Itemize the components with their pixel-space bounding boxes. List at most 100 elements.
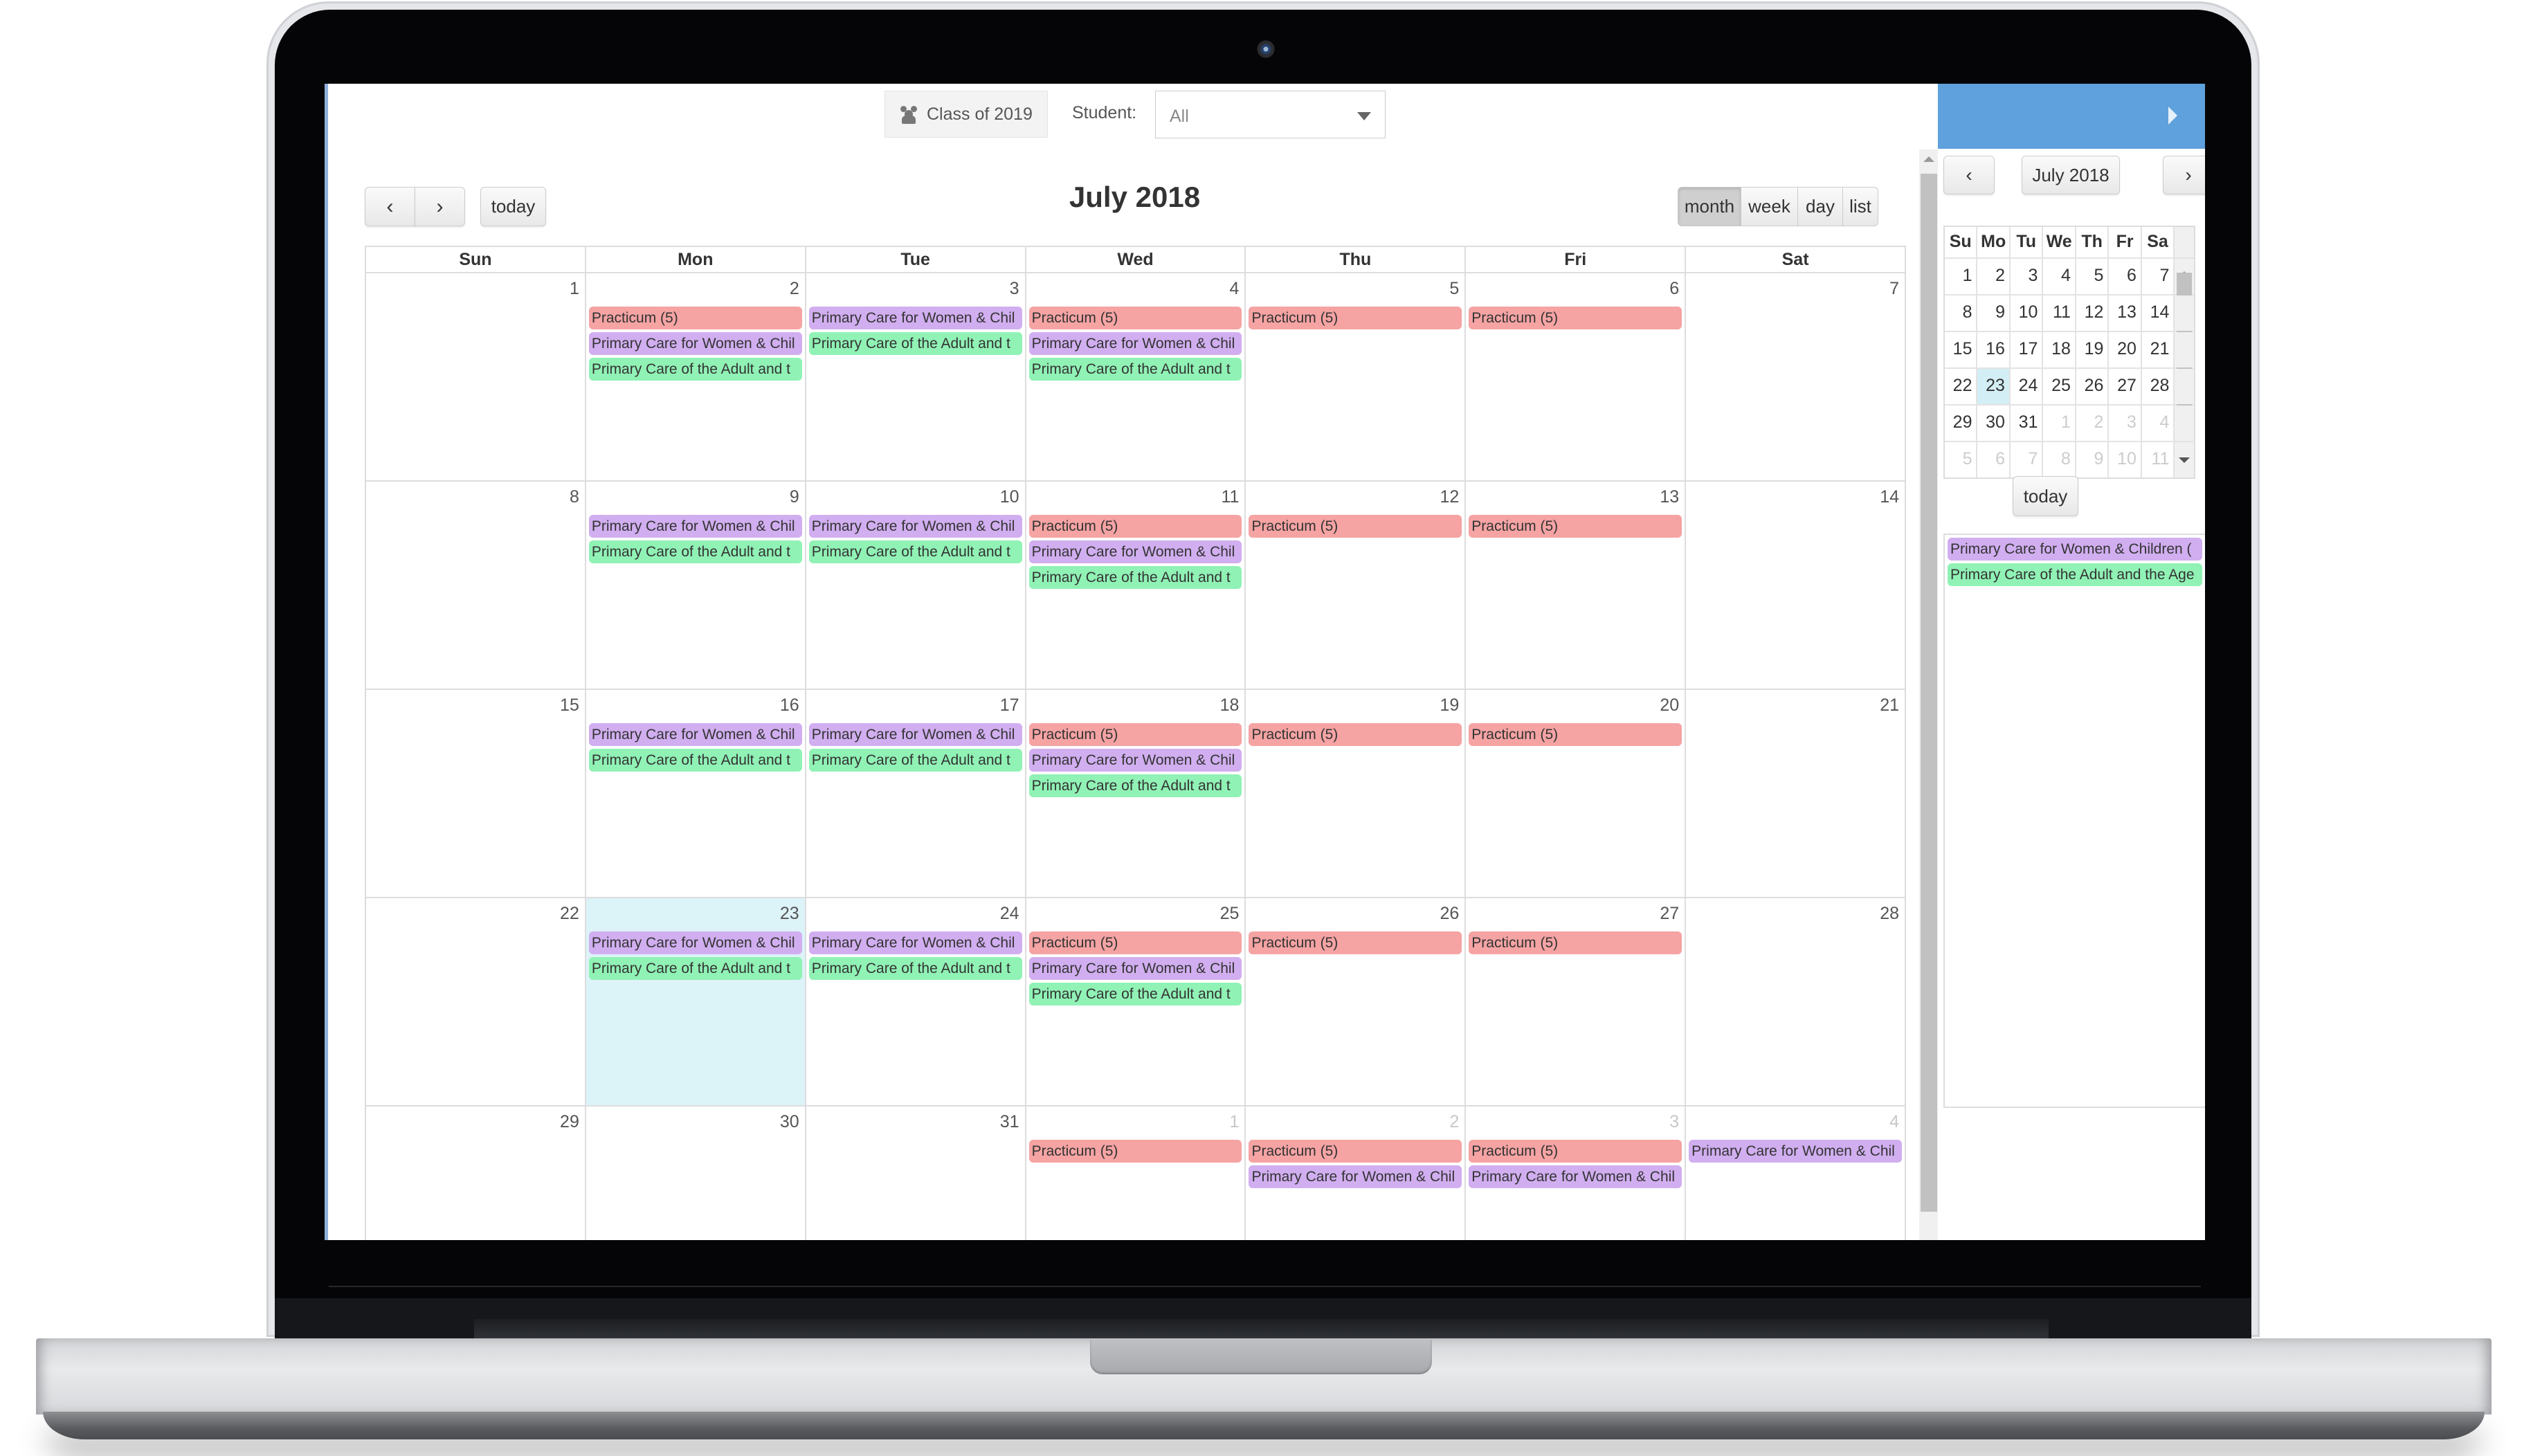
- event-women[interactable]: Primary Care for Women & Chil: [1249, 1165, 1462, 1188]
- mini-day[interactable]: 26: [2076, 369, 2110, 404]
- day-cell[interactable]: 30: [584, 1107, 805, 1240]
- day-number[interactable]: 26: [1440, 904, 1459, 924]
- mini-day[interactable]: 9: [1977, 295, 2011, 331]
- day-number[interactable]: 25: [1220, 904, 1240, 924]
- event-practicum[interactable]: Practicum (5): [1028, 1140, 1242, 1163]
- agenda-event[interactable]: Primary Care for Women & Children (: [1948, 538, 2202, 561]
- mini-day[interactable]: 12: [2076, 295, 2110, 331]
- event-adult[interactable]: Primary Care of the Adult and t: [588, 749, 802, 772]
- day-number[interactable]: 19: [1440, 695, 1459, 716]
- mini-day[interactable]: 27: [2109, 369, 2142, 404]
- day-cell[interactable]: 31: [804, 1107, 1025, 1240]
- mini-day[interactable]: 16: [1977, 332, 2011, 367]
- mini-day[interactable]: 24: [2011, 369, 2044, 404]
- event-practicum[interactable]: Practicum (5): [1249, 1140, 1462, 1163]
- mini-day[interactable]: 29: [1945, 406, 1978, 441]
- day-cell[interactable]: 13 Practicum (5): [1464, 482, 1685, 689]
- event-adult[interactable]: Primary Care of the Adult and t: [808, 957, 1022, 980]
- mini-day[interactable]: 2: [2076, 406, 2110, 441]
- day-number[interactable]: 8: [570, 487, 579, 507]
- day-cell[interactable]: 29: [366, 1107, 585, 1240]
- vertical-scrollbar[interactable]: [1919, 149, 1939, 1240]
- mini-day[interactable]: 23: [1977, 369, 2011, 404]
- mini-scrollbar-track[interactable]: [2175, 406, 2195, 441]
- class-filter-button[interactable]: Class of 2019: [884, 91, 1048, 138]
- event-women[interactable]: Primary Care for Women & Chil: [1469, 1165, 1682, 1188]
- mini-day[interactable]: 5: [2076, 259, 2110, 294]
- mini-day[interactable]: 6: [2109, 259, 2142, 294]
- event-practicum[interactable]: Practicum (5): [1028, 931, 1242, 954]
- day-cell[interactable]: 22: [366, 898, 585, 1105]
- day-cell[interactable]: 1 Practicum (5): [1024, 1107, 1245, 1240]
- day-cell[interactable]: 17 Primary Care for Women & Chil Primary C…: [804, 690, 1025, 897]
- mini-day[interactable]: 20: [2109, 332, 2142, 367]
- day-cell[interactable]: 12 Practicum (5): [1244, 482, 1464, 689]
- mini-day[interactable]: 13: [2109, 295, 2142, 331]
- mini-day[interactable]: 15: [1945, 332, 1978, 367]
- event-adult[interactable]: Primary Care of the Adult and t: [1028, 774, 1242, 797]
- day-number[interactable]: 1: [1230, 1112, 1240, 1132]
- scrollbar-thumb[interactable]: [1921, 174, 1937, 1212]
- mini-day[interactable]: 30: [1977, 406, 2011, 441]
- day-number[interactable]: 18: [1220, 695, 1240, 716]
- day-number[interactable]: 3: [1669, 1112, 1679, 1132]
- mini-day[interactable]: 11: [2142, 442, 2175, 477]
- mini-next-button[interactable]: ›: [2163, 156, 2205, 194]
- mini-day[interactable]: 1: [2043, 406, 2076, 441]
- day-number[interactable]: 4: [1230, 279, 1240, 299]
- event-women[interactable]: Primary Care for Women & Chil: [808, 307, 1022, 329]
- day-number[interactable]: 3: [1010, 279, 1019, 299]
- day-number[interactable]: 16: [780, 695, 799, 716]
- event-women[interactable]: Primary Care for Women & Chil: [1028, 749, 1242, 772]
- mini-scrollbar-track[interactable]: [2175, 295, 2195, 331]
- mini-day[interactable]: 3: [2109, 406, 2142, 441]
- event-women[interactable]: Primary Care for Women & Chil: [808, 931, 1022, 954]
- event-practicum[interactable]: Practicum (5): [1469, 307, 1682, 329]
- mini-day[interactable]: 9: [2076, 442, 2110, 477]
- student-select[interactable]: All: [1155, 91, 1386, 138]
- event-adult[interactable]: Primary Care of the Adult and t: [1028, 358, 1242, 381]
- day-cell[interactable]: 20 Practicum (5): [1464, 690, 1685, 897]
- view-month-button[interactable]: month: [1678, 187, 1741, 226]
- day-number[interactable]: 21: [1880, 695, 1899, 716]
- event-women[interactable]: Primary Care for Women & Chil: [1028, 957, 1242, 980]
- day-number[interactable]: 10: [1000, 487, 1019, 507]
- day-cell[interactable]: 4 Practicum (5) Primary Care for Women & C…: [1024, 273, 1245, 480]
- agenda-event[interactable]: Primary Care of the Adult and the Age: [1948, 563, 2202, 586]
- event-women[interactable]: Primary Care for Women & Chil: [588, 515, 802, 538]
- event-practicum[interactable]: Practicum (5): [1028, 723, 1242, 746]
- mini-day[interactable]: 4: [2043, 259, 2076, 294]
- event-women[interactable]: Primary Care for Women & Chil: [1689, 1140, 1903, 1163]
- day-cell[interactable]: 2 Practicum (5) Primary Care for Women & C…: [584, 273, 805, 480]
- mini-month-title-button[interactable]: July 2018: [2022, 156, 2120, 194]
- day-cell[interactable]: 14: [1685, 482, 1905, 689]
- day-number[interactable]: 13: [1660, 487, 1679, 507]
- mini-day[interactable]: 3: [2011, 259, 2044, 294]
- day-cell[interactable]: 26 Practicum (5): [1244, 898, 1464, 1105]
- mini-scrollbar-track[interactable]: [2175, 442, 2195, 477]
- mini-scrollbar-track[interactable]: [2175, 259, 2195, 425]
- day-number[interactable]: 30: [780, 1112, 799, 1132]
- day-number[interactable]: 15: [560, 695, 579, 716]
- day-number[interactable]: 24: [1000, 904, 1019, 924]
- day-number[interactable]: 31: [1000, 1112, 1019, 1132]
- event-women[interactable]: Primary Care for Women & Chil: [1028, 332, 1242, 355]
- event-adult[interactable]: Primary Care of the Adult and t: [588, 957, 802, 980]
- mini-day[interactable]: 19: [2076, 332, 2110, 367]
- day-cell[interactable]: 23 Primary Care for Women & Chil Primary C…: [584, 898, 805, 1105]
- day-cell[interactable]: 7: [1685, 273, 1905, 480]
- event-women[interactable]: Primary Care for Women & Chil: [588, 931, 802, 954]
- day-cell[interactable]: 28: [1685, 898, 1905, 1105]
- event-women[interactable]: Primary Care for Women & Chil: [588, 723, 802, 746]
- mini-day[interactable]: 25: [2043, 369, 2076, 404]
- mini-day[interactable]: 17: [2011, 332, 2044, 367]
- day-cell[interactable]: 9 Primary Care for Women & Chil Primary Ca…: [584, 482, 805, 689]
- mini-day[interactable]: 6: [1977, 442, 2011, 477]
- event-women[interactable]: Primary Care for Women & Chil: [808, 515, 1022, 538]
- event-women[interactable]: Primary Care for Women & Chil: [1028, 540, 1242, 563]
- day-number[interactable]: 28: [1880, 904, 1899, 924]
- day-number[interactable]: 6: [1669, 279, 1679, 299]
- event-practicum[interactable]: Practicum (5): [1469, 1140, 1682, 1163]
- day-cell[interactable]: 3 Practicum (5) Primary Care for Women & C…: [1464, 1107, 1685, 1240]
- day-cell[interactable]: 11 Practicum (5) Primary Care for Women & …: [1024, 482, 1245, 689]
